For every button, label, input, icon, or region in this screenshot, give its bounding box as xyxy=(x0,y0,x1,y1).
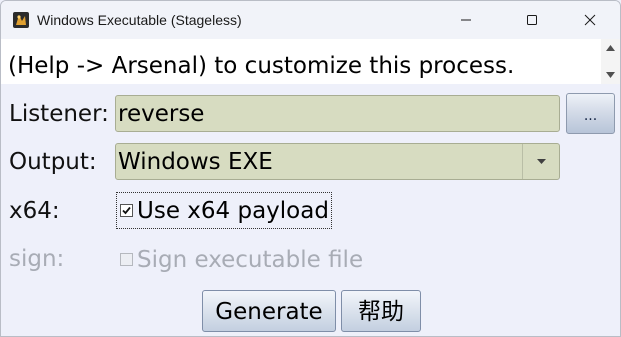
window-title: Windows Executable (Stageless) xyxy=(37,12,242,28)
dialog-window: Windows Executable (Stageless) (Help -> … xyxy=(0,0,621,337)
description-scrollbar[interactable] xyxy=(601,39,620,84)
x64-checkbox-control[interactable]: Use x64 payload xyxy=(116,192,332,229)
sign-checkbox[interactable] xyxy=(120,253,133,266)
x64-label: x64: xyxy=(9,198,60,224)
description-partial-line xyxy=(9,39,607,49)
chevron-down-icon xyxy=(536,159,546,164)
listener-value: reverse xyxy=(118,101,205,127)
minimize-button[interactable] xyxy=(443,1,489,39)
app-icon xyxy=(13,12,29,28)
generate-button[interactable]: Generate xyxy=(202,290,336,332)
close-button[interactable] xyxy=(567,1,613,39)
close-icon xyxy=(584,14,596,26)
scroll-up-icon[interactable] xyxy=(605,44,616,52)
description-text: (Help -> Arsenal) to customize this proc… xyxy=(8,53,515,79)
maximize-icon xyxy=(527,15,537,25)
sign-checkbox-control[interactable]: Sign executable file xyxy=(117,241,365,278)
help-button[interactable]: 帮助 xyxy=(341,290,421,332)
output-value: Windows EXE xyxy=(118,149,273,175)
x64-checkbox-label: Use x64 payload xyxy=(137,197,329,224)
x64-checkbox[interactable] xyxy=(120,204,133,217)
title-bar[interactable]: Windows Executable (Stageless) xyxy=(1,1,620,39)
checkmark-icon xyxy=(122,206,131,215)
listener-field[interactable]: reverse xyxy=(115,95,560,132)
sign-label: sign: xyxy=(9,246,65,272)
description-textarea[interactable]: (Help -> Arsenal) to customize this proc… xyxy=(1,39,620,84)
maximize-button[interactable] xyxy=(509,1,555,39)
scroll-down-icon[interactable] xyxy=(605,71,616,79)
minimize-icon xyxy=(461,19,471,21)
listener-browse-button[interactable]: ... xyxy=(566,93,615,134)
output-dropdown-button[interactable] xyxy=(522,144,559,179)
output-select[interactable]: Windows EXE xyxy=(115,143,560,180)
sign-checkbox-label: Sign executable file xyxy=(137,246,364,273)
listener-label: Listener: xyxy=(9,101,109,127)
output-label: Output: xyxy=(9,149,97,175)
